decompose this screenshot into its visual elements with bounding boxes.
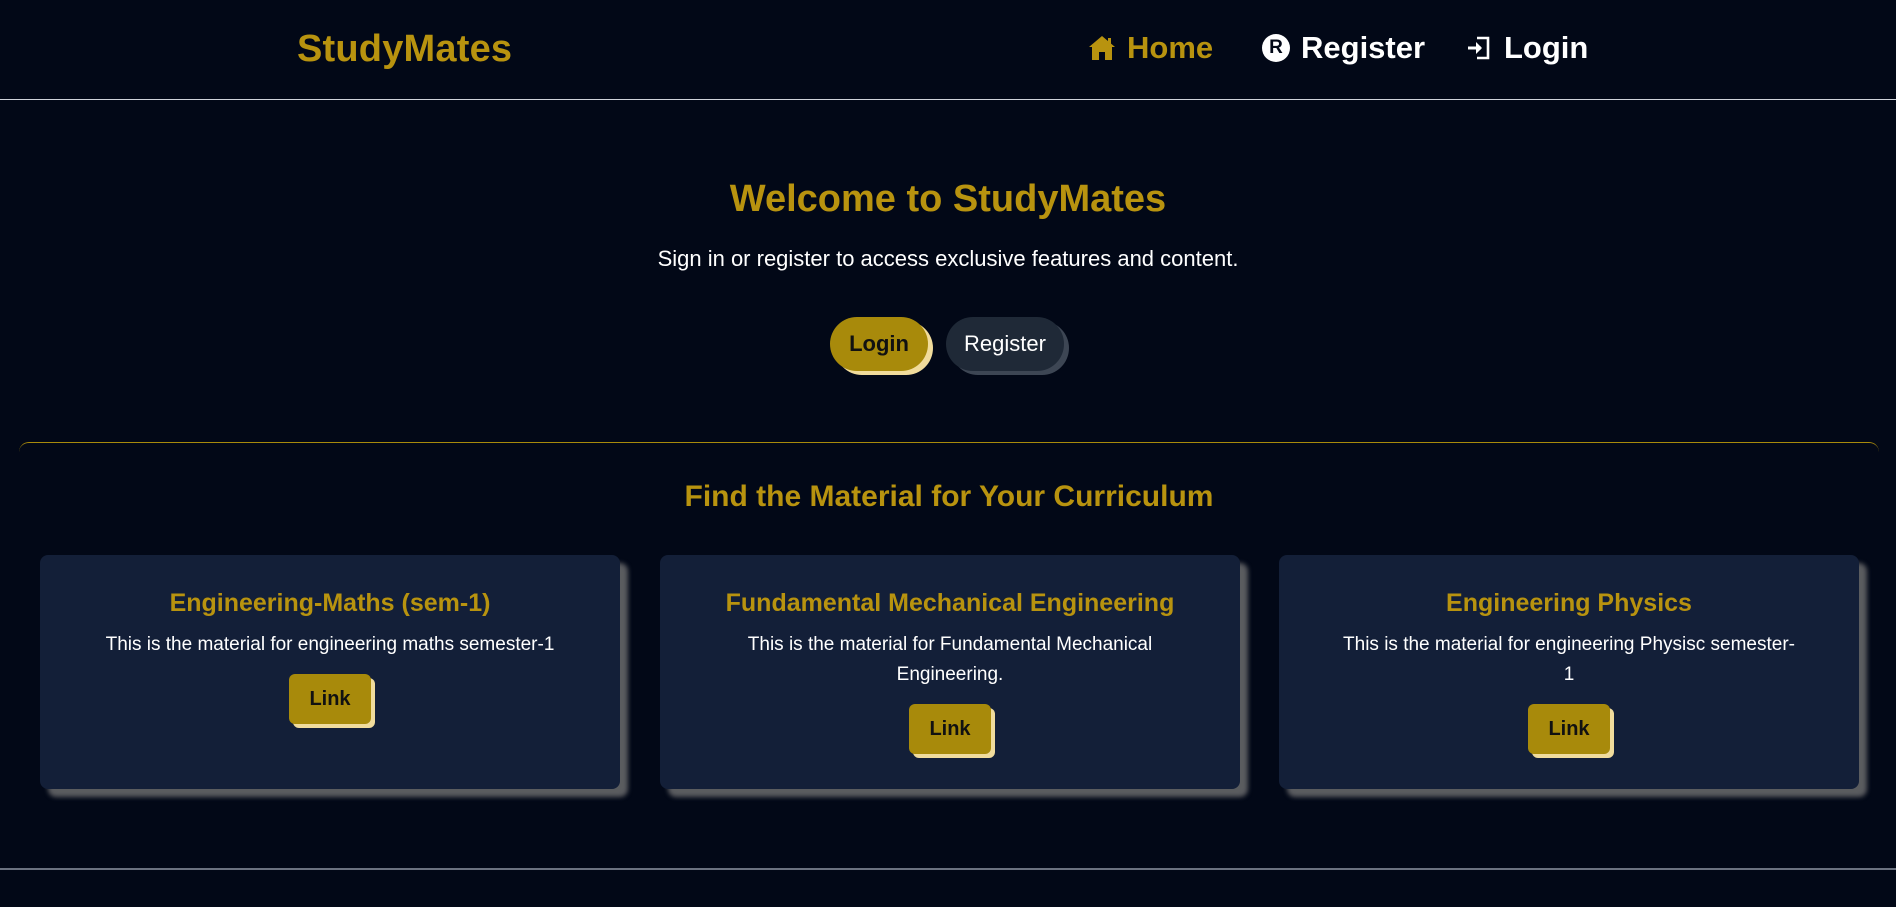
card-description: This is the material for Fundamental Mec… — [747, 634, 1153, 685]
materials-title: Find the Material for Your Curriculum — [684, 480, 1214, 513]
material-card-engineering-physics: Engineering Physics This is the material… — [1279, 555, 1859, 789]
hero-login-button[interactable]: Login — [830, 317, 928, 371]
sign-in-icon — [1464, 33, 1494, 63]
card-description: This is the material for engineering Phy… — [1343, 634, 1795, 685]
nav-home-link[interactable]: Home — [1087, 30, 1213, 66]
nav-login-link[interactable]: Login — [1464, 30, 1588, 66]
hero-buttons: Login Register — [830, 317, 1064, 371]
nav-register-label: Register — [1301, 30, 1426, 65]
hero-title: Welcome to StudyMates — [729, 178, 1167, 220]
nav-register-link[interactable]: R Register — [1261, 30, 1425, 66]
nav-login-label: Login — [1504, 30, 1589, 65]
nav-home-label: Home — [1127, 30, 1214, 65]
home-icon — [1087, 33, 1117, 63]
materials-section: Find the Material for Your Curriculum En… — [19, 442, 1879, 862]
footer-divider — [0, 868, 1896, 870]
card-link-button[interactable]: Link — [289, 674, 371, 724]
navbar: StudyMates Home R Register Login — [0, 0, 1896, 100]
hero-register-button[interactable]: Register — [946, 317, 1064, 371]
material-card-engineering-maths: Engineering-Maths (sem-1) This is the ma… — [40, 555, 620, 789]
card-description: This is the material for engineering mat… — [105, 634, 555, 655]
card-link-button[interactable]: Link — [909, 704, 991, 754]
registered-icon: R — [1261, 33, 1291, 63]
card-title: Fundamental Mechanical Engineering — [725, 589, 1175, 617]
brand-logo[interactable]: StudyMates — [297, 28, 512, 71]
material-card-mechanical-engineering: Fundamental Mechanical Engineering This … — [660, 555, 1240, 789]
hero-subtitle: Sign in or register to access exclusive … — [657, 246, 1239, 271]
card-title: Engineering Physics — [1446, 589, 1692, 617]
card-title: Engineering-Maths (sem-1) — [169, 589, 491, 617]
card-link-button[interactable]: Link — [1528, 704, 1610, 754]
